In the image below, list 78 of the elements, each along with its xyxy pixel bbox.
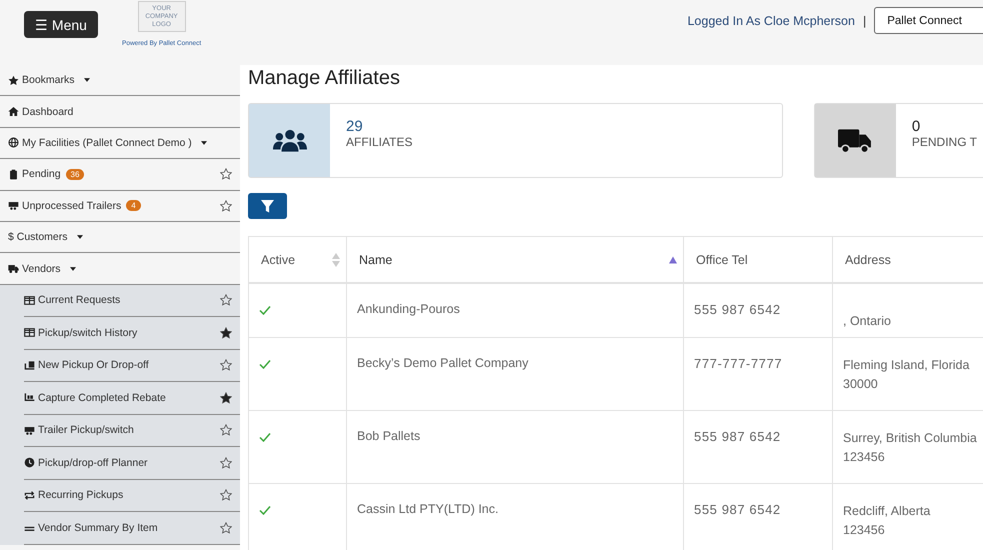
sidebar-label: Trailer Pickup/switch (38, 424, 134, 436)
clock-icon (24, 457, 35, 468)
filter-icon (261, 200, 274, 212)
column-header[interactable]: Active (248, 236, 346, 283)
sidebar-label: My Facilities (Pallet Connect Demo ) (22, 136, 192, 149)
star-icon[interactable] (220, 456, 232, 469)
sidebar-subitem[interactable]: Pickup/switch History (24, 317, 240, 350)
column-header[interactable]: Address (832, 236, 983, 283)
stat-value: 29 (346, 118, 364, 135)
table-cell: 777-777-7777 (684, 337, 832, 410)
menu-button[interactable]: ☰ Menu (24, 11, 98, 38)
star-icon[interactable] (220, 168, 232, 180)
sidebar-label: Capture Completed Rebate (38, 392, 166, 404)
clipboard-icon (8, 168, 19, 180)
table-cell: Ankunding-Pouros (346, 283, 684, 337)
filter-button[interactable] (248, 193, 287, 219)
caret-icon (70, 266, 76, 271)
star-icon[interactable] (220, 294, 232, 306)
caret-icon (200, 140, 207, 145)
trailer-icon (8, 200, 19, 212)
table-cell: Bob Pallets (346, 410, 684, 483)
star-icon (8, 74, 19, 86)
logged-in-text: Logged In As Cloe Mcpherson (687, 14, 855, 28)
star-icon[interactable] (220, 424, 232, 436)
caret-icon (84, 78, 90, 82)
stat-value: 0 (912, 118, 922, 135)
cart-icon (24, 392, 35, 404)
sidebar-label: Unprocessed Trailers (22, 200, 122, 212)
repeat-icon (24, 490, 35, 501)
table-icon (24, 327, 35, 338)
page-title: Manage Affiliates (248, 67, 401, 90)
sidebar-item[interactable]: Unprocessed Trailers 4 (0, 190, 240, 222)
sidebar-label: Vendors (22, 262, 61, 275)
sort-ascending-icon (669, 256, 677, 263)
star-icon[interactable] (220, 392, 232, 404)
truck-icon (8, 263, 19, 274)
sidebar-label: Recurring Pickups (38, 489, 124, 502)
sidebar-label: Pickup/switch History (38, 326, 138, 339)
sidebar-label: Pending (22, 168, 61, 180)
table-cell: Becky’s Demo Pallet Company (346, 337, 684, 410)
column-header[interactable]: Office Tel (684, 236, 832, 283)
sidebar-label: Vendor Summary By Item (38, 522, 158, 534)
star-icon[interactable] (220, 489, 232, 502)
sidebar-item[interactable]: My Facilities (Pallet Connect Demo ) (0, 128, 240, 160)
star-icon[interactable] (220, 326, 232, 339)
home-icon (8, 106, 19, 118)
table-icon (24, 294, 35, 306)
sidebar-label: Pickup/drop-off Planner (38, 456, 148, 469)
table-cell: 555 987 6542 (684, 283, 832, 337)
star-icon[interactable] (220, 522, 232, 534)
count-badge: 36 (66, 168, 84, 180)
column-header[interactable]: Name (346, 236, 684, 283)
sidebar-subitem[interactable]: Capture Completed Rebate (24, 382, 240, 415)
sidebar-item[interactable]: Bookmarks (0, 65, 240, 96)
sidebar-item[interactable]: Pending 36 (0, 159, 240, 191)
stat-label: AFFILIATES (346, 135, 412, 149)
sidebar-item[interactable]: Dashboard (0, 96, 240, 128)
truck-icon (838, 128, 872, 154)
sidebar-subitem[interactable]: Pickup/drop-off Planner (24, 447, 240, 480)
star-icon[interactable] (220, 359, 232, 372)
count-badge: 4 (126, 200, 141, 212)
sidebar-label: Dashboard (22, 106, 74, 118)
sidebar-subitem[interactable]: Trailer Pickup/switch (24, 414, 240, 448)
sidebar-label: $ Customers (8, 231, 68, 244)
table-cell: 555 987 6542 (684, 410, 832, 483)
sidebar-subitem[interactable]: Current Requests (24, 284, 240, 318)
sidebar-label: New Pickup Or Drop-off (38, 359, 149, 372)
separator-text: | (862, 14, 866, 28)
star-icon[interactable] (220, 200, 232, 212)
account-button[interactable]: Pallet Connect (874, 7, 983, 34)
sidebar-label: Bookmarks (22, 74, 75, 86)
trailer-icon (24, 424, 35, 436)
caret-icon (76, 235, 83, 240)
users-icon (272, 128, 306, 154)
dolly-icon (24, 360, 35, 371)
sidebar-label: Current Requests (38, 294, 120, 306)
globe-icon (8, 137, 19, 148)
stat-label: PENDING T (912, 135, 977, 149)
